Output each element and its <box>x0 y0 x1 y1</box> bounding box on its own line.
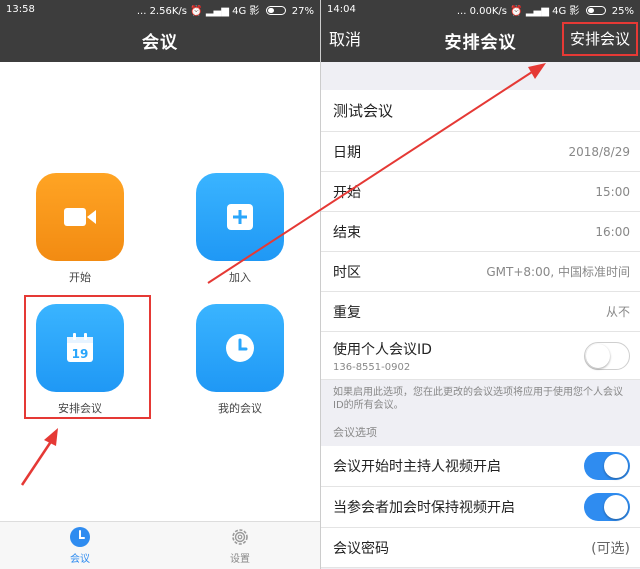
signal-icon: ▂▄▆ <box>205 5 229 17</box>
personal-meeting-id-toggle[interactable] <box>584 341 630 370</box>
start-meeting-label: 开始 <box>69 271 91 284</box>
alarm-icon: ⏰ <box>190 5 203 17</box>
status-extra: 影 <box>569 5 580 17</box>
tab-settings[interactable]: 设置 <box>160 522 320 569</box>
date-row[interactable]: 日期 2018/8/29 <box>321 132 640 172</box>
status-battery: 27% <box>291 5 314 17</box>
tab-meetings-label: 会议 <box>70 554 90 565</box>
meeting-topic-value: 测试会议 <box>333 102 394 120</box>
clock-icon <box>70 527 90 547</box>
page-title: 会议 <box>142 32 178 53</box>
start-time-value: 15:00 <box>595 184 630 199</box>
clock-icon <box>226 334 254 362</box>
tab-settings-label: 设置 <box>230 554 250 565</box>
status-extra: 影 <box>249 5 260 17</box>
status-speed: ... 0.00K/s <box>456 5 507 17</box>
annotation-highlight-schedule <box>24 295 151 419</box>
battery-icon <box>265 5 286 15</box>
timezone-row[interactable]: 时区 GMT+8:00, 中国标准时间 <box>321 252 640 292</box>
host-video-toggle[interactable] <box>584 452 630 480</box>
timezone-value: GMT+8:00, 中国标准时间 <box>486 265 630 279</box>
repeat-row[interactable]: 重复 从不 <box>321 292 640 332</box>
date-value: 2018/8/29 <box>568 144 630 159</box>
status-time: 14:04 <box>327 3 356 15</box>
status-network: 4G <box>552 5 567 17</box>
plus-icon <box>227 204 253 230</box>
start-time-row[interactable]: 开始 15:00 <box>321 172 640 212</box>
my-meetings-tile[interactable]: 我的会议 <box>195 304 285 416</box>
signal-icon: ▂▄▆ <box>525 5 549 17</box>
page-title: 安排会议 <box>444 32 517 53</box>
video-camera-icon <box>64 208 96 226</box>
personal-meeting-id-note: 如果启用此选项，您在此更改的会议选项将应用于使用您个人会议ID的所有会议。 <box>321 380 640 416</box>
my-meetings-label: 我的会议 <box>218 402 262 415</box>
status-network: 4G <box>232 5 247 17</box>
join-meeting-tile[interactable]: 加入 <box>195 173 285 285</box>
top-nav: 取消 安排会议 安排会议 <box>321 18 640 62</box>
meeting-topic-field[interactable]: 测试会议 <box>321 90 640 132</box>
tab-meetings[interactable]: 会议 <box>0 522 160 569</box>
status-bar: 14:04 ... 0.00K/s ⏰ ▂▄▆ 4G 影 25% <box>321 0 640 18</box>
repeat-value: 从不 <box>605 305 630 319</box>
cancel-button[interactable]: 取消 <box>329 18 361 62</box>
start-meeting-tile[interactable]: 开始 <box>35 173 125 285</box>
home-screen: 13:58 ... 2.56K/s ⏰ ▂▄▆ 4G 影 27% 会议 开始 加… <box>0 0 320 569</box>
gear-icon <box>232 529 248 545</box>
schedule-meeting-screen: 14:04 ... 0.00K/s ⏰ ▂▄▆ 4G 影 25% 取消 安排会议… <box>321 0 640 569</box>
join-meeting-label: 加入 <box>229 271 251 284</box>
schedule-form: 测试会议 日期 2018/8/29 开始 15:00 结束 16:00 时区 G… <box>321 62 640 568</box>
personal-meeting-id-label: 使用个人会议ID <box>333 341 432 358</box>
bottom-tab-bar: 会议 设置 <box>0 521 320 569</box>
end-time-value: 16:00 <box>595 224 630 239</box>
join-meeting-button[interactable] <box>196 173 284 261</box>
status-time: 13:58 <box>6 3 35 15</box>
meeting-password-row[interactable]: 会议密码 (可选) <box>321 528 640 568</box>
participant-video-toggle[interactable] <box>584 493 630 521</box>
status-battery: 25% <box>611 5 634 17</box>
alarm-icon: ⏰ <box>510 5 523 17</box>
meeting-password-value: (可选) <box>591 540 630 557</box>
personal-meeting-id-row: 使用个人会议ID 136-8551-0902 <box>321 332 640 380</box>
top-nav: 会议 <box>0 18 320 62</box>
schedule-button[interactable]: 安排会议 <box>561 22 638 56</box>
end-time-row[interactable]: 结束 16:00 <box>321 212 640 252</box>
personal-meeting-id-value: 136-8551-0902 <box>333 361 411 373</box>
meeting-options-header: 会议选项 <box>321 416 640 446</box>
start-meeting-button[interactable] <box>36 173 124 261</box>
status-bar: 13:58 ... 2.56K/s ⏰ ▂▄▆ 4G 影 27% <box>0 0 320 18</box>
status-speed: ... 2.56K/s <box>136 5 187 17</box>
host-video-row: 会议开始时主持人视频开启 <box>321 446 640 487</box>
battery-icon <box>585 5 606 15</box>
participant-video-row: 当参会者加会时保持视频开启 <box>321 487 640 528</box>
my-meetings-button[interactable] <box>196 304 284 392</box>
